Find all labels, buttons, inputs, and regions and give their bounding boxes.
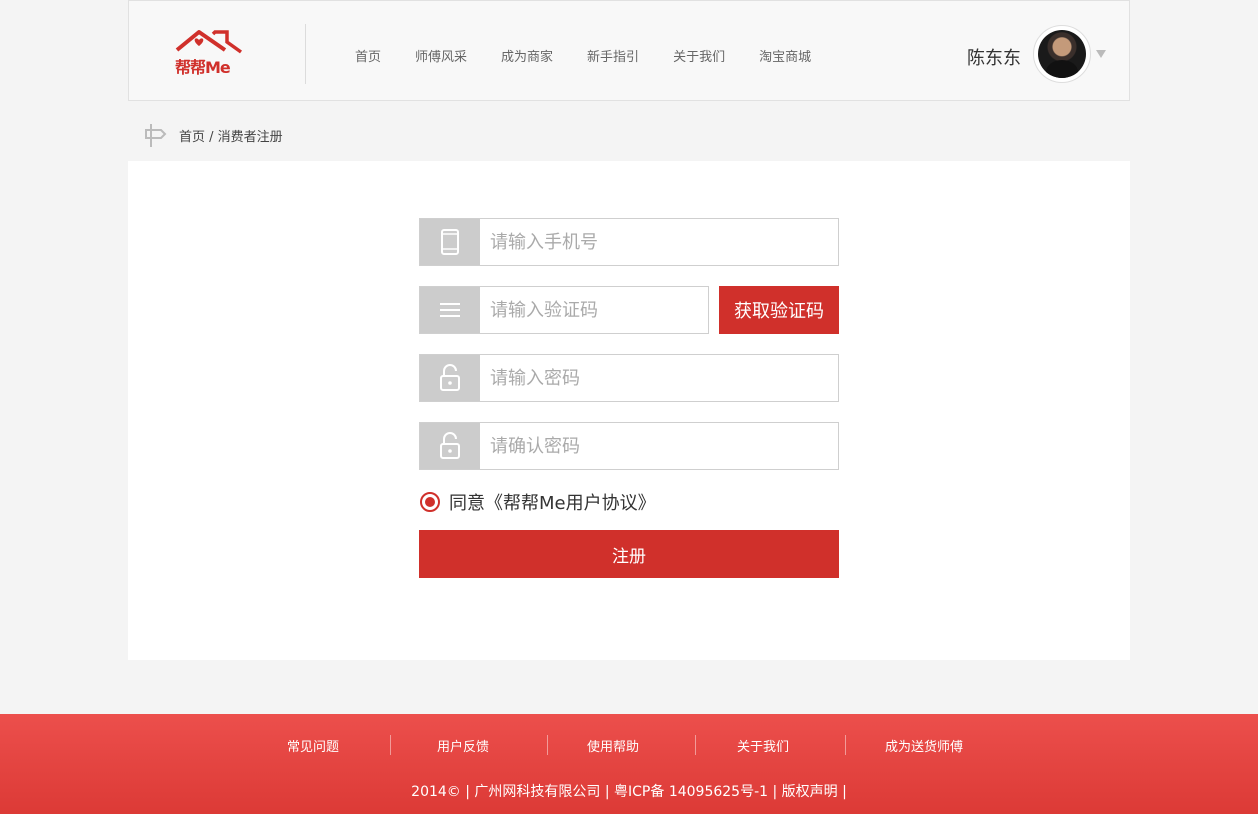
lock-icon-box [420,423,480,469]
phone-field [419,218,839,266]
footer-link-feedback[interactable]: 用户反馈 [437,736,489,755]
confirm-password-input[interactable] [480,423,838,469]
footer-links: 常见问题 用户反馈 使用帮助 关于我们 成为送货师傅 [0,736,1258,758]
lock-icon [440,432,460,459]
footer-divider [547,735,548,755]
avatar[interactable] [1033,25,1091,83]
avatar-body [1046,60,1078,78]
code-input[interactable] [480,287,708,333]
code-field [419,286,709,334]
footer-link-help[interactable]: 使用帮助 [587,736,639,755]
password-input[interactable] [480,355,838,401]
nav-item-home[interactable]: 首页 [355,46,381,65]
agree-radio[interactable] [420,492,440,512]
footer-link-about[interactable]: 关于我们 [737,736,789,755]
agree-text[interactable]: 同意《帮帮Me用户协议》 [449,489,656,515]
phone-icon-box [420,219,480,265]
copyright: 2014© | 广州网科技有限公司 | 粤ICP备 14095625号-1 | … [411,784,847,800]
phone-input[interactable] [480,219,838,265]
code-icon-box [420,287,480,333]
register-card: 获取验证码 同意《帮帮Me用户协议》 注册 [128,161,1130,660]
footer-link-faq[interactable]: 常见问题 [287,736,339,755]
logo-text: 帮帮Me [175,58,231,77]
lock-icon-box [420,355,480,401]
avatar-photo [1038,30,1086,78]
breadcrumb-text: 首页 / 消费者注册 [179,129,283,145]
site-header: 帮帮Me 首页 师傅风采 成为商家 新手指引 关于我们 淘宝商城 陈东东 [128,0,1130,101]
nav-item-merchant[interactable]: 成为商家 [501,46,553,65]
phone-icon [441,229,459,255]
get-code-button[interactable]: 获取验证码 [719,286,839,334]
site-logo[interactable]: 帮帮Me [173,28,249,78]
user-name[interactable]: 陈东东 [967,44,1021,70]
nav-item-guide[interactable]: 新手指引 [587,46,639,65]
breadcrumb: 首页 / 消费者注册 [144,122,283,148]
footer-link-courier[interactable]: 成为送货师傅 [885,736,963,755]
lock-icon [440,364,460,391]
signpost-icon [145,124,167,147]
nav-item-about[interactable]: 关于我们 [673,46,725,65]
footer-divider [390,735,391,755]
password-field [419,354,839,402]
main-nav: 首页 师傅风采 成为商家 新手指引 关于我们 淘宝商城 [355,46,845,65]
footer-divider [845,735,846,755]
register-button[interactable]: 注册 [419,530,839,578]
confirm-password-field [419,422,839,470]
caret-down-icon[interactable] [1096,50,1106,58]
nav-item-taobao[interactable]: 淘宝商城 [759,46,811,65]
agreement-row: 同意《帮帮Me用户协议》 [420,489,656,515]
header-divider [305,24,306,84]
footer-divider [695,735,696,755]
nav-item-masters[interactable]: 师傅风采 [415,46,467,65]
site-footer: 常见问题 用户反馈 使用帮助 关于我们 成为送货师傅 2014© | 广州网科技… [0,714,1258,814]
menu-icon [440,303,460,317]
